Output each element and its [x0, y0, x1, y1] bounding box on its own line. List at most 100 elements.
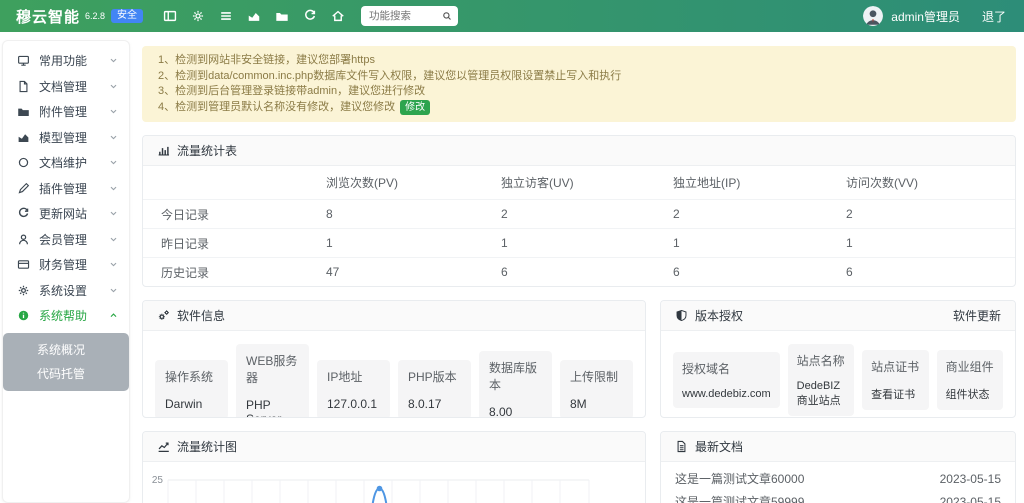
- circle-icon: [17, 156, 30, 169]
- sidebar-item-common-functions[interactable]: 常用功能: [3, 48, 129, 74]
- chevron-down-icon: [109, 209, 118, 218]
- chevron-down-icon: [109, 158, 118, 167]
- panel-title: 版本授权: [695, 307, 743, 324]
- home-icon[interactable]: [331, 9, 345, 23]
- blank-header: [143, 166, 308, 200]
- info-card-webserver: WEB服务器 PHP Server: [236, 344, 309, 418]
- software-update-link[interactable]: 软件更新: [953, 307, 1001, 324]
- chevron-down-icon: [109, 56, 118, 65]
- gear-icon: [17, 284, 30, 297]
- software-info-header: 软件信息: [143, 301, 645, 331]
- panel-title: 流量统计图: [177, 438, 237, 455]
- desktop-icon: [17, 54, 30, 67]
- license-cards: 授权域名 www.dedebiz.com 站点名称 DedeBIZ商业站点 站点…: [661, 331, 1015, 418]
- license-card-domain: 授权域名 www.dedebiz.com: [673, 352, 780, 408]
- username-label[interactable]: admin管理员: [891, 8, 960, 25]
- chevron-down-icon: [109, 286, 118, 295]
- doc-title-link[interactable]: 这是一篇测试文章60000: [675, 470, 804, 487]
- info-card-os: 操作系统 Darwin: [155, 360, 228, 419]
- software-info-cards: 操作系统 Darwin WEB服务器 PHP Server IP地址 127.0…: [143, 331, 645, 418]
- chevron-down-icon: [109, 184, 118, 193]
- table-row: 昨日记录 1 1 1 1: [143, 229, 1015, 258]
- chevron-down-icon: [109, 107, 118, 116]
- user-area: admin管理员 退了: [863, 6, 1010, 26]
- doc-icon: [675, 440, 688, 453]
- panel-title: 最新文档: [695, 438, 743, 455]
- refresh-icon: [17, 207, 30, 220]
- card-icon: [17, 258, 30, 271]
- refresh-icon[interactable]: [303, 9, 317, 23]
- sidebar-item-system-settings[interactable]: 系统设置: [3, 278, 129, 304]
- chart-area-icon: [17, 131, 30, 144]
- sidebar: 常用功能 文档管理 附件管理 模型管理 文档维护 插件管理: [2, 40, 130, 503]
- traffic-table-header: 流量统计表: [143, 136, 1015, 166]
- system-help-submenu: 系统概况 代码托管: [3, 333, 129, 391]
- ytick-25: 25: [152, 475, 164, 486]
- search-box: [361, 6, 458, 26]
- latest-docs-header: 最新文档: [661, 432, 1015, 462]
- notice-line: 1、检测到网站非安全链接，建议您部署https: [158, 53, 1000, 69]
- info-card-upload: 上传限制 8M: [560, 360, 633, 419]
- line-chart-icon: [157, 440, 170, 453]
- license-card-components: 商业组件 组件状态: [937, 350, 1003, 410]
- sidebar-item-finance-management[interactable]: 财务管理: [3, 252, 129, 278]
- software-info-panel: 软件信息 操作系统 Darwin WEB服务器 PHP Server IP地址 …: [142, 300, 646, 418]
- panel-title: 软件信息: [177, 307, 225, 324]
- menu-icon[interactable]: [219, 9, 233, 23]
- panel-toggle-icon[interactable]: [163, 9, 177, 23]
- bar-chart-icon[interactable]: [247, 9, 261, 23]
- security-badge: 安全: [111, 9, 143, 23]
- sidebar-item-document-management[interactable]: 文档管理: [3, 74, 129, 100]
- col-vv: 访问次数(VV): [828, 166, 1015, 200]
- component-status-link[interactable]: 组件状态: [946, 386, 994, 402]
- sidebar-item-model-management[interactable]: 模型管理: [3, 125, 129, 151]
- user-icon: [17, 233, 30, 246]
- row-label: 昨日记录: [143, 229, 308, 258]
- submenu-item-system-overview[interactable]: 系统概况: [3, 338, 129, 362]
- security-notice: 1、检测到网站非安全链接，建议您部署https 2、检测到data/common…: [142, 46, 1016, 122]
- sidebar-item-plugin-management[interactable]: 插件管理: [3, 176, 129, 202]
- info-card-php: PHP版本 8.0.17: [398, 360, 471, 419]
- row-label: 今日记录: [143, 200, 308, 229]
- chevron-down-icon: [109, 133, 118, 142]
- sidebar-item-update-site[interactable]: 更新网站: [3, 201, 129, 227]
- traffic-chart-header: 流量统计图: [143, 432, 645, 462]
- table-row: 今日记录 8 2 2 2: [143, 200, 1015, 229]
- gear-icon[interactable]: [191, 9, 205, 23]
- doc-date: 2023-05-15: [940, 495, 1001, 503]
- chevron-down-icon: [109, 82, 118, 91]
- user-avatar[interactable]: [863, 6, 883, 26]
- modify-button[interactable]: 修改: [400, 100, 430, 115]
- sidebar-item-document-maintenance[interactable]: 文档维护: [3, 150, 129, 176]
- traffic-chart-panel: 流量统计图: [142, 431, 646, 503]
- panel-title: 流量统计表: [177, 142, 237, 159]
- submenu-item-code-hosting[interactable]: 代码托管: [3, 362, 129, 386]
- notice-line: 3、检测到后台管理登录链接带admin，建议您进行修改: [158, 84, 1000, 100]
- row-label: 历史记录: [143, 258, 308, 287]
- list-item: 这是一篇测试文章60000 2023-05-15: [661, 467, 1015, 490]
- shield-icon: [675, 309, 688, 322]
- sidebar-item-attachment-management[interactable]: 附件管理: [3, 99, 129, 125]
- col-pv: 浏览次数(PV): [308, 166, 483, 200]
- topbar: 穆云智能 6.2.8 安全 admin管理员 退了: [0, 0, 1024, 32]
- view-cert-link[interactable]: 查看证书: [871, 386, 919, 402]
- sidebar-item-system-help[interactable]: 系统帮助: [3, 303, 129, 329]
- chevron-down-icon: [109, 235, 118, 244]
- traffic-table: 浏览次数(PV) 独立访客(UV) 独立地址(IP) 访问次数(VV) 今日记录…: [143, 166, 1015, 286]
- notice-line: 4、检测到管理员默认名称没有修改，建议您修改修改: [158, 100, 1000, 116]
- license-card-cert: 站点证书 查看证书: [862, 350, 928, 410]
- folder-icon: [17, 105, 30, 118]
- sidebar-item-member-management[interactable]: 会员管理: [3, 227, 129, 253]
- table-header-row: 浏览次数(PV) 独立访客(UV) 独立地址(IP) 访问次数(VV): [143, 166, 1015, 200]
- logout-button[interactable]: 退了: [982, 8, 1006, 25]
- app-logo: 穆云智能: [16, 6, 80, 27]
- doc-title-link[interactable]: 这是一篇测试文章59999: [675, 493, 804, 503]
- chevron-down-icon: [109, 260, 118, 269]
- info-card-ip: IP地址 127.0.0.1: [317, 360, 390, 419]
- peak-point: [377, 486, 383, 492]
- folder-icon[interactable]: [275, 9, 289, 23]
- info-icon: [17, 309, 30, 322]
- magnifier-icon[interactable]: [442, 11, 452, 21]
- license-panel: 版本授权 软件更新 授权域名 www.dedebiz.com 站点名称 Dede…: [660, 300, 1016, 418]
- license-header: 版本授权 软件更新: [661, 301, 1015, 331]
